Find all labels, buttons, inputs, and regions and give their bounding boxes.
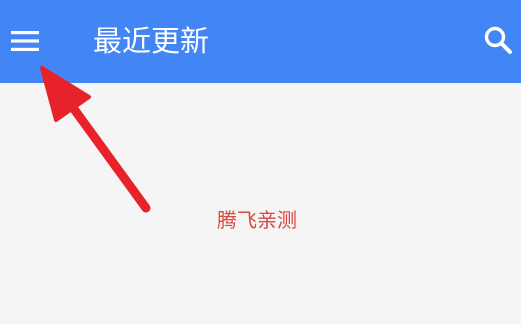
hamburger-menu-icon xyxy=(11,31,39,51)
menu-button[interactable] xyxy=(6,22,44,60)
app-bar: 最近更新 xyxy=(0,0,521,83)
content-area xyxy=(0,83,521,324)
watermark-text: 腾飞亲测 xyxy=(217,208,297,232)
page-title: 最近更新 xyxy=(93,24,210,58)
search-button[interactable] xyxy=(478,20,518,60)
search-icon xyxy=(484,26,512,54)
